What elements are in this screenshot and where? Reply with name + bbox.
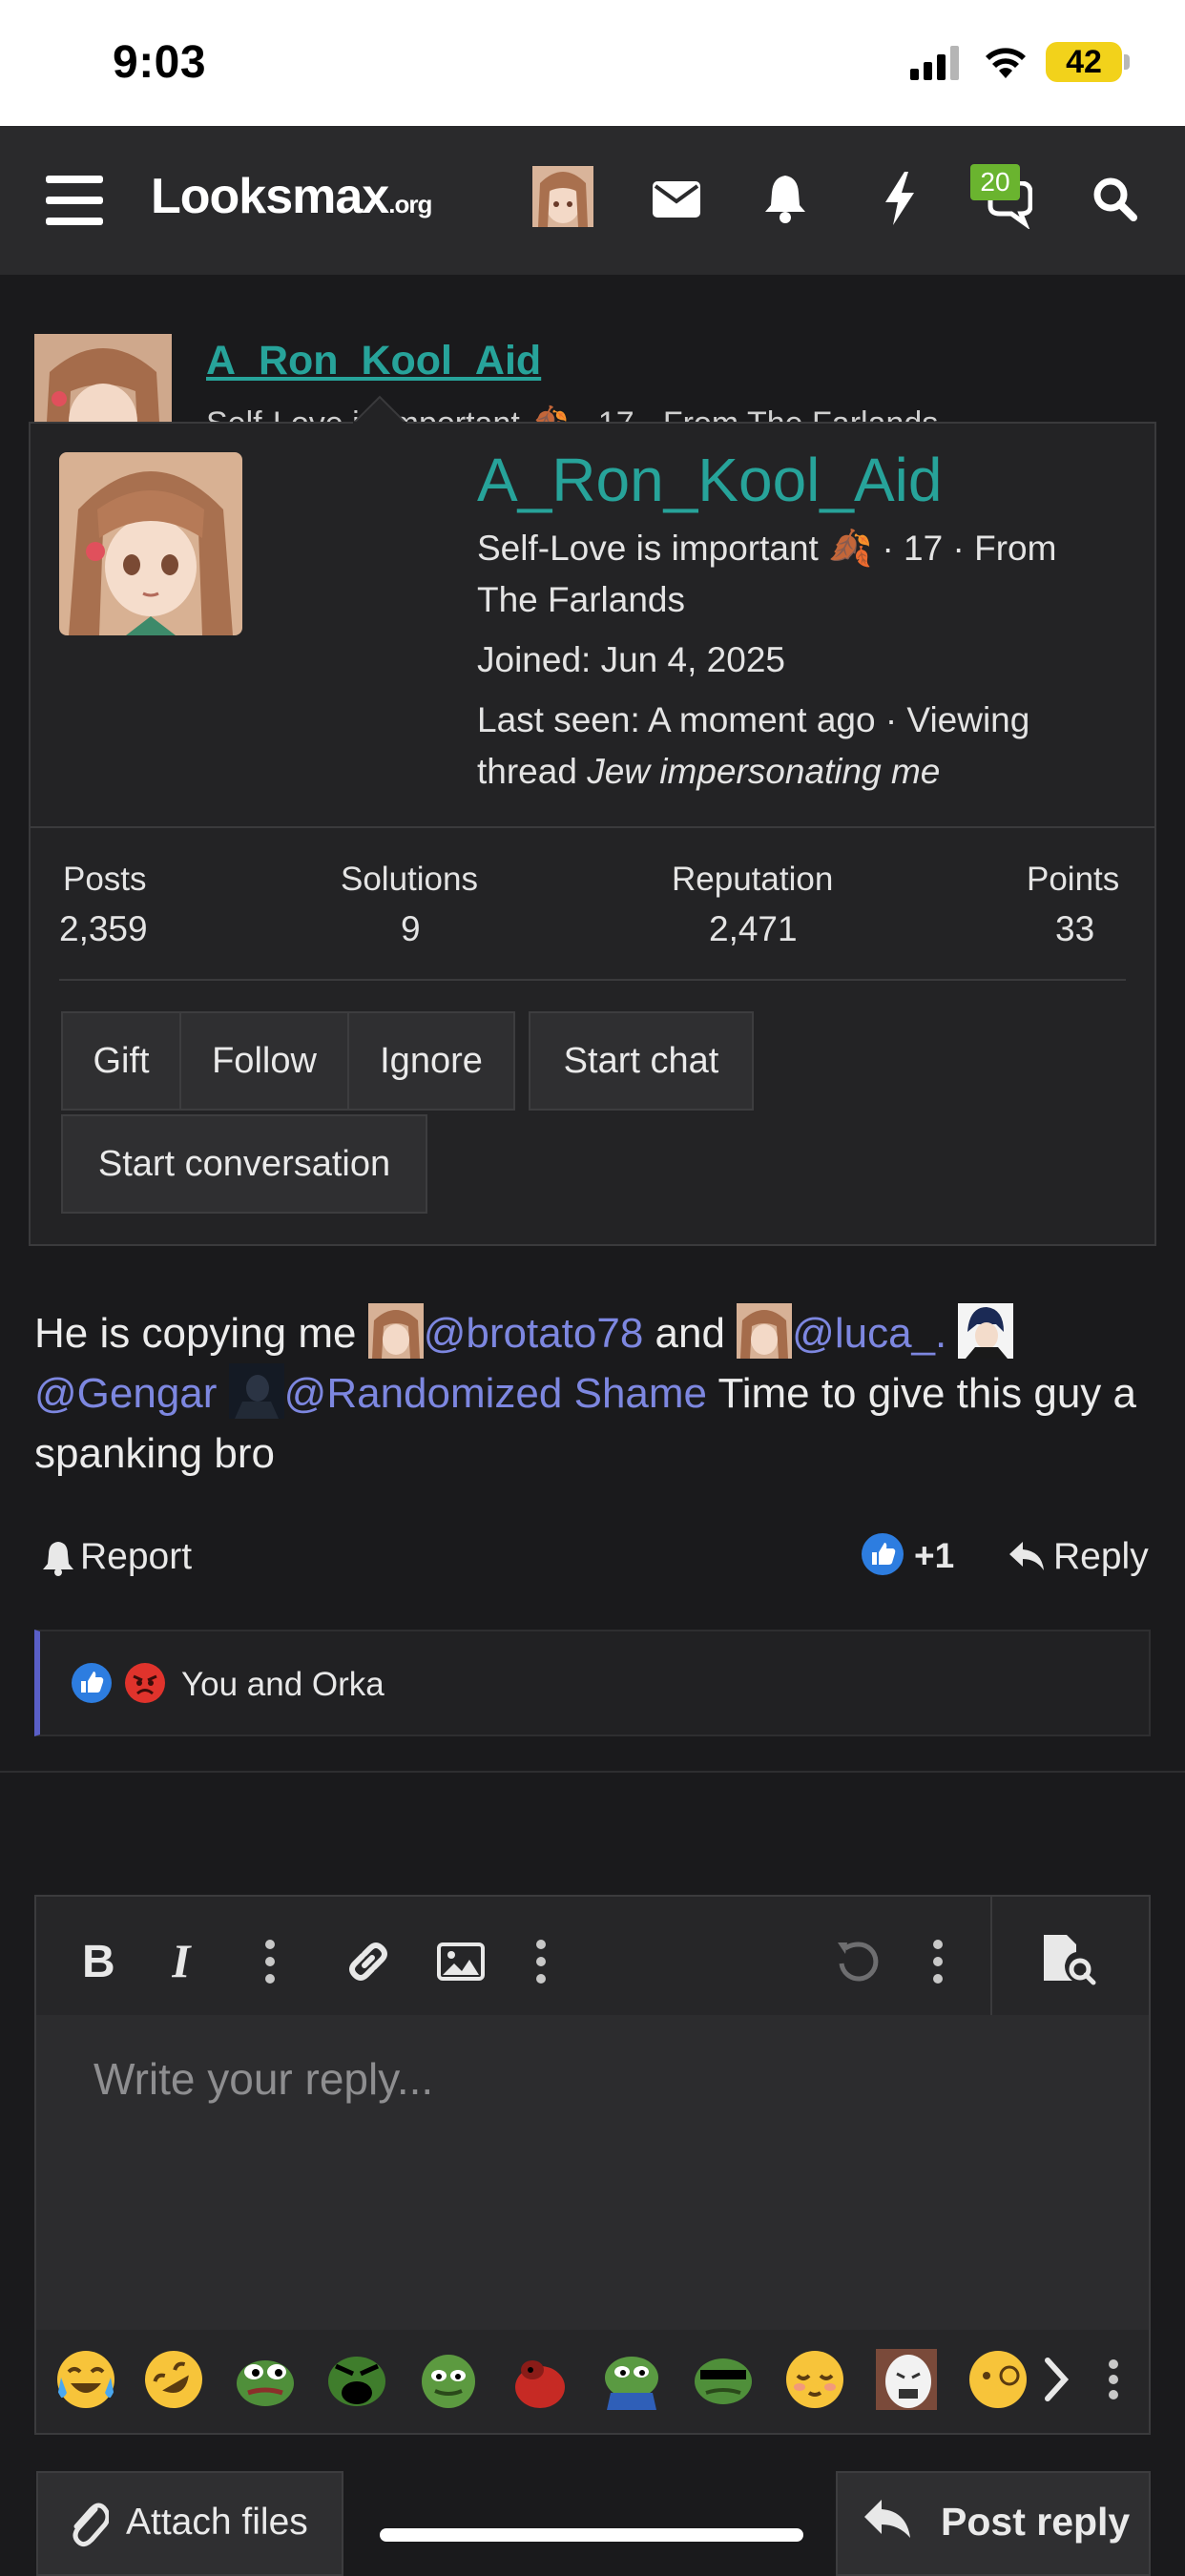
image-icon[interactable] xyxy=(437,1942,485,1981)
angry-pepe-emoji-icon[interactable] xyxy=(326,2349,387,2410)
site-logo[interactable]: Looksmax.org xyxy=(151,168,432,225)
crying-laughing-emoji-icon[interactable] xyxy=(55,2349,116,2410)
attach-files-label: Attach files xyxy=(126,2502,308,2543)
wifi-icon xyxy=(986,48,1026,78)
more-options-icon[interactable] xyxy=(263,1939,277,1984)
member-card-last-seen: Last seen: A moment ago · Viewing xyxy=(477,700,1030,739)
alerts-count-badge: 20 xyxy=(970,164,1020,200)
mention-randomized-shame[interactable]: @Randomized Shame xyxy=(284,1370,707,1417)
reactions-summary-text[interactable]: You and Orka xyxy=(181,1666,385,1704)
cellular-signal-icon xyxy=(910,46,959,80)
stat-reputation-label: Reputation xyxy=(672,861,834,898)
post-text-segment: and xyxy=(643,1310,738,1357)
like-reaction-icon[interactable] xyxy=(861,1532,904,1576)
gift-button[interactable]: Gift xyxy=(61,1011,181,1111)
post-body: He is copying me @brotato78 and @luca_. … xyxy=(34,1303,1151,1484)
reply-button[interactable]: Reply xyxy=(1053,1536,1149,1578)
post-reply-label: Post reply xyxy=(941,2500,1131,2544)
stat-posts-value[interactable]: 2,359 xyxy=(59,909,148,949)
member-card-avatar[interactable] xyxy=(59,452,242,635)
search-icon[interactable] xyxy=(1091,176,1139,223)
start-chat-button[interactable]: Start chat xyxy=(529,1011,754,1111)
viewing-thread-link[interactable]: Jew impersonating me xyxy=(587,752,940,791)
bold-icon[interactable]: B xyxy=(82,1939,118,1981)
report-bell-icon[interactable] xyxy=(42,1540,74,1576)
smug-pepe-emoji-icon[interactable] xyxy=(418,2349,479,2410)
stat-posts-label: Posts xyxy=(63,861,147,898)
reply-input[interactable] xyxy=(36,2015,1149,2330)
reaction-score[interactable]: +1 xyxy=(914,1536,954,1576)
mention-avatar xyxy=(737,1303,793,1359)
pepe-emoji-icon[interactable] xyxy=(235,2349,296,2410)
mention-avatar xyxy=(228,1363,284,1419)
mention-avatar xyxy=(367,1303,424,1359)
monocle-emoji-icon[interactable] xyxy=(967,2349,1029,2410)
tooltip-arrow xyxy=(353,395,406,424)
member-card-location-line: The Farlands xyxy=(477,580,685,619)
status-time: 9:03 xyxy=(113,37,207,88)
post-author-name[interactable]: A_Ron_Kool_Aid xyxy=(206,338,541,384)
logo-suffix: .org xyxy=(388,190,432,218)
mention-gengar[interactable]: @Gengar xyxy=(34,1370,217,1417)
stat-solutions-value[interactable]: 9 xyxy=(401,909,421,949)
top-navbar: Looksmax.org 20 xyxy=(0,126,1185,275)
stat-points-value[interactable]: 33 xyxy=(1055,909,1094,949)
lightning-icon[interactable] xyxy=(884,172,916,225)
stat-reputation-value[interactable]: 2,471 xyxy=(709,909,798,949)
start-conversation-button[interactable]: Start conversation xyxy=(61,1114,427,1214)
ignore-button[interactable]: Ignore xyxy=(347,1011,515,1111)
stat-points-label: Points xyxy=(1027,861,1120,898)
mention-luca[interactable]: @luca_. xyxy=(792,1310,946,1357)
editor-toolbar xyxy=(36,1897,1149,2015)
stat-solutions-label: Solutions xyxy=(341,861,478,898)
reply-arrow-icon xyxy=(864,2500,910,2538)
mention-avatar xyxy=(958,1303,1014,1359)
red-pepe-emoji-icon[interactable] xyxy=(509,2349,571,2410)
more-options-icon[interactable] xyxy=(534,1939,548,1984)
chevron-right-icon[interactable] xyxy=(1044,2357,1071,2402)
paperclip-icon xyxy=(73,2503,109,2547)
member-card-username[interactable]: A_Ron_Kool_Aid xyxy=(477,445,942,515)
bell-icon[interactable] xyxy=(763,174,807,223)
link-icon[interactable] xyxy=(343,1937,393,1986)
member-card-viewing-thread: thread Jew impersonating me xyxy=(477,746,940,798)
card-divider xyxy=(59,979,1126,981)
svg-text:I: I xyxy=(172,1939,192,1981)
preview-icon[interactable] xyxy=(1040,1933,1099,1986)
rage-face-emoji-icon[interactable] xyxy=(876,2349,937,2410)
svg-text:B: B xyxy=(82,1939,115,1981)
post-text-segment: He is copying me xyxy=(34,1310,368,1357)
post-author-avatar[interactable] xyxy=(34,334,172,422)
card-divider xyxy=(31,826,1154,828)
undo-icon[interactable] xyxy=(834,1939,880,1984)
rofl-emoji-icon[interactable] xyxy=(143,2349,204,2410)
reply-arrow-icon[interactable] xyxy=(1008,1540,1046,1572)
cool-pepe-emoji-icon[interactable] xyxy=(693,2349,754,2410)
relieved-emoji-icon[interactable] xyxy=(784,2349,845,2410)
member-card-title-line: Self-Love is important 🍂 · 17 · From xyxy=(477,529,1057,568)
follow-button[interactable]: Follow xyxy=(179,1011,349,1111)
viewing-thread-prefix: thread xyxy=(477,752,588,791)
pepe-hoodie-emoji-icon[interactable] xyxy=(601,2349,662,2410)
home-indicator xyxy=(380,2528,803,2542)
more-options-icon[interactable] xyxy=(931,1939,945,1984)
status-bar: 9:03 42 xyxy=(0,0,1185,126)
mention-brotato78[interactable]: @brotato78 xyxy=(424,1310,644,1357)
battery-indicator: 42 xyxy=(1046,42,1122,82)
member-card-joined: Joined: Jun 4, 2025 xyxy=(477,640,785,679)
like-reaction-icon xyxy=(72,1663,112,1703)
logo-text: Looksmax xyxy=(151,169,389,224)
user-avatar[interactable] xyxy=(532,166,593,227)
envelope-icon[interactable] xyxy=(653,181,700,218)
section-divider xyxy=(0,1771,1185,1773)
toolbar-separator xyxy=(990,1897,992,2015)
battery-cap xyxy=(1124,54,1130,70)
more-options-icon[interactable] xyxy=(1107,2358,1120,2400)
hamburger-menu-icon[interactable] xyxy=(46,176,103,225)
report-button[interactable]: Report xyxy=(80,1536,192,1578)
italic-icon[interactable]: I xyxy=(172,1939,200,1981)
angry-reaction-icon xyxy=(125,1663,165,1703)
